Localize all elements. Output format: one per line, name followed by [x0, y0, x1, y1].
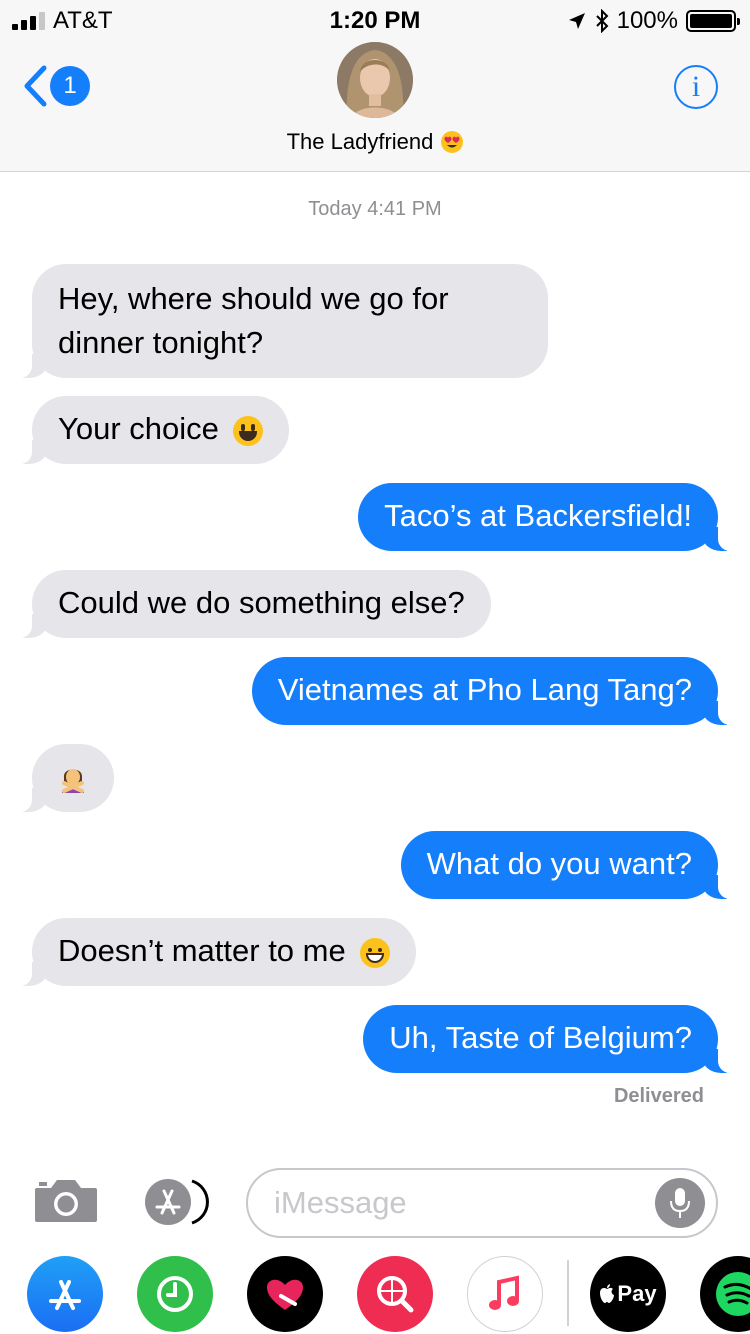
apple-pay-label: Pay	[617, 1281, 657, 1306]
battery-percent: 100%	[616, 7, 678, 34]
navigation-header: AT&T 1:20 PM 100% 1 The Ladyfriend i	[0, 0, 750, 172]
delivery-status: Delivered	[613, 1085, 704, 1107]
message-text: dinner tonight?	[58, 325, 264, 360]
images-search-icon[interactable]	[357, 1256, 433, 1332]
message-text: What do you want?	[426, 846, 692, 881]
message-text: Could we do something else?	[58, 585, 465, 620]
microphone-icon	[670, 1188, 690, 1218]
battery-icon	[686, 10, 740, 32]
message-bubble-incoming[interactable]: Hey, where should we go for dinner tonig…	[10, 264, 548, 378]
conversation-timestamp: Today 4:41 PM	[308, 198, 442, 220]
activity-icon[interactable]	[137, 1256, 213, 1332]
imessage-input[interactable]	[246, 1168, 718, 1238]
chevron-left-icon	[24, 65, 47, 107]
message-bubble-incoming[interactable]: Doesn’t matter to me	[9, 918, 417, 986]
bluetooth-icon	[595, 9, 609, 33]
message-bubble-incoming[interactable]	[10, 744, 114, 812]
app-drawer: Pay	[0, 1250, 750, 1334]
message-text: Your choice	[58, 411, 219, 446]
drawer-divider	[567, 1260, 569, 1326]
digital-touch-icon[interactable]	[247, 1256, 323, 1332]
message-bubble-outgoing[interactable]: Uh, Taste of Belgium?	[363, 1005, 740, 1073]
music-icon[interactable]	[467, 1256, 543, 1332]
app-store-toggle-icon[interactable]	[140, 1177, 212, 1227]
avatar-photo	[337, 42, 413, 118]
music-note-glyph	[489, 1275, 519, 1310]
message-bubble-incoming[interactable]: Could we do something else?	[10, 570, 491, 638]
globe-search-glyph	[377, 1276, 414, 1313]
contact-name[interactable]: The Ladyfriend	[0, 129, 750, 155]
message-text: Hey, where should we go for	[58, 281, 449, 316]
microphone-button[interactable]	[655, 1178, 705, 1228]
message-bubble-outgoing[interactable]: What do you want?	[400, 831, 741, 899]
heart-eyes-emoji-icon	[441, 131, 464, 153]
grinning-emoji-icon	[360, 937, 391, 968]
spotify-icon[interactable]	[700, 1256, 750, 1332]
heart-glyph	[267, 1279, 303, 1310]
message-bubble-outgoing[interactable]: Vietnames at Pho Lang Tang?	[251, 657, 741, 725]
message-bubble-incoming[interactable]: Your choice	[9, 396, 290, 464]
unread-count-badge: 1	[50, 66, 90, 106]
camera-icon[interactable]	[33, 1178, 99, 1224]
contact-avatar[interactable]	[337, 42, 413, 118]
smiley-emoji-icon	[233, 415, 264, 446]
status-right: 100%	[567, 7, 740, 35]
message-text: Vietnames at Pho Lang Tang?	[277, 672, 692, 707]
message-bubble-outgoing[interactable]: Taco’s at Backersfield!	[358, 483, 740, 551]
message-text: Uh, Taste of Belgium?	[389, 1020, 692, 1055]
status-bar: AT&T 1:20 PM 100%	[0, 0, 750, 40]
message-text: Doesn’t matter to me	[58, 933, 346, 968]
woman-gesturing-no-emoji-icon	[62, 769, 84, 793]
apple-logo-icon	[600, 1284, 615, 1303]
location-arrow-icon	[568, 13, 585, 29]
spotify-glyph	[716, 1272, 750, 1316]
message-text: Taco’s at Backersfield!	[384, 498, 692, 533]
clock-glyph	[157, 1276, 193, 1312]
app-store-glyph	[49, 1280, 81, 1310]
apple-pay-icon[interactable]: Pay	[590, 1256, 666, 1332]
contact-name-label: The Ladyfriend	[286, 129, 434, 154]
back-button[interactable]: 1	[22, 64, 90, 108]
info-button[interactable]: i	[674, 65, 718, 109]
app-store-icon[interactable]	[27, 1256, 103, 1332]
compose-bar	[0, 1160, 750, 1240]
